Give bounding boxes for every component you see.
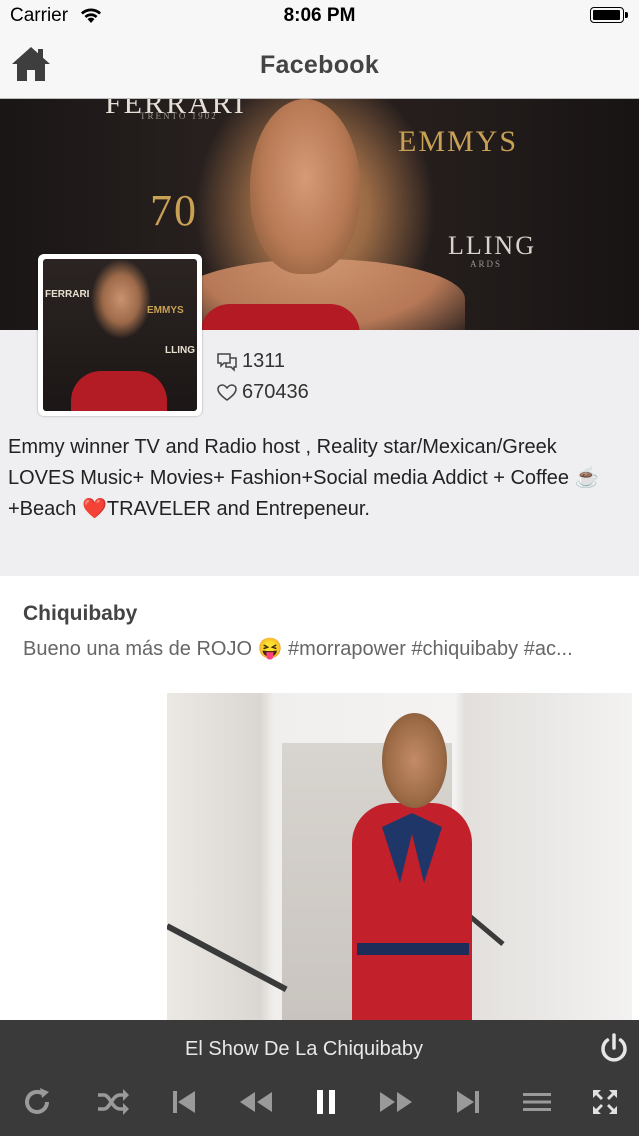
post-text: Bueno una más de ROJO 😝 #morrapower #chi…: [23, 638, 573, 660]
heart-icon: [217, 383, 237, 401]
repeat-icon[interactable]: [17, 1082, 57, 1122]
profile-bio: Emmy winner TV and Radio host , Reality …: [8, 436, 600, 520]
cover-person: [250, 99, 360, 274]
player-controls: [0, 1082, 639, 1122]
cover-70-text: 70: [150, 186, 198, 235]
power-icon[interactable]: [597, 1032, 631, 1066]
fullscreen-icon[interactable]: [585, 1082, 625, 1122]
comments-icon: [217, 352, 237, 372]
playlist-icon[interactable]: [517, 1082, 557, 1122]
skip-start-icon[interactable]: [164, 1082, 204, 1122]
photo-person: [382, 713, 447, 808]
track-title: El Show De La Chiquibaby: [185, 1038, 423, 1060]
likes-stat: 670436: [216, 381, 309, 404]
cover-trento-text: TRENTO 1902: [140, 111, 218, 121]
cover-ards-text: ARDS: [470, 259, 503, 269]
navigation-bar: Facebook: [0, 32, 639, 99]
comments-count: 1311: [242, 350, 286, 372]
comments-stat: 1311: [216, 350, 285, 373]
cover-emmys-text: EMMYS: [398, 125, 519, 158]
avatar-lling-text: LLING: [165, 345, 195, 356]
skip-end-icon[interactable]: [448, 1082, 488, 1122]
avatar-ferrari-text: FERRARI: [45, 289, 90, 300]
profile-avatar[interactable]: FERRARI EMMYS LLING: [38, 254, 202, 416]
page-title: Facebook: [259, 51, 380, 79]
post-photo[interactable]: [167, 693, 632, 1023]
shuffle-icon[interactable]: [93, 1082, 133, 1122]
avatar-emmys-text: EMMYS: [147, 305, 184, 316]
feed-post[interactable]: Chiquibaby Bueno una más de ROJO 😝 #morr…: [0, 576, 639, 1036]
rewind-icon[interactable]: [236, 1082, 276, 1122]
pause-icon[interactable]: [306, 1082, 346, 1122]
fast-forward-icon[interactable]: [376, 1082, 416, 1122]
battery-icon: [590, 7, 624, 23]
status-time: 8:06 PM: [283, 5, 356, 26]
audio-player: El Show De La Chiquibaby: [0, 1020, 639, 1136]
status-bar: Carrier 8:06 PM: [0, 0, 639, 32]
post-author: Chiquibaby: [23, 602, 138, 625]
cover-lling-text: LLING: [448, 231, 536, 260]
likes-count: 670436: [242, 381, 309, 403]
